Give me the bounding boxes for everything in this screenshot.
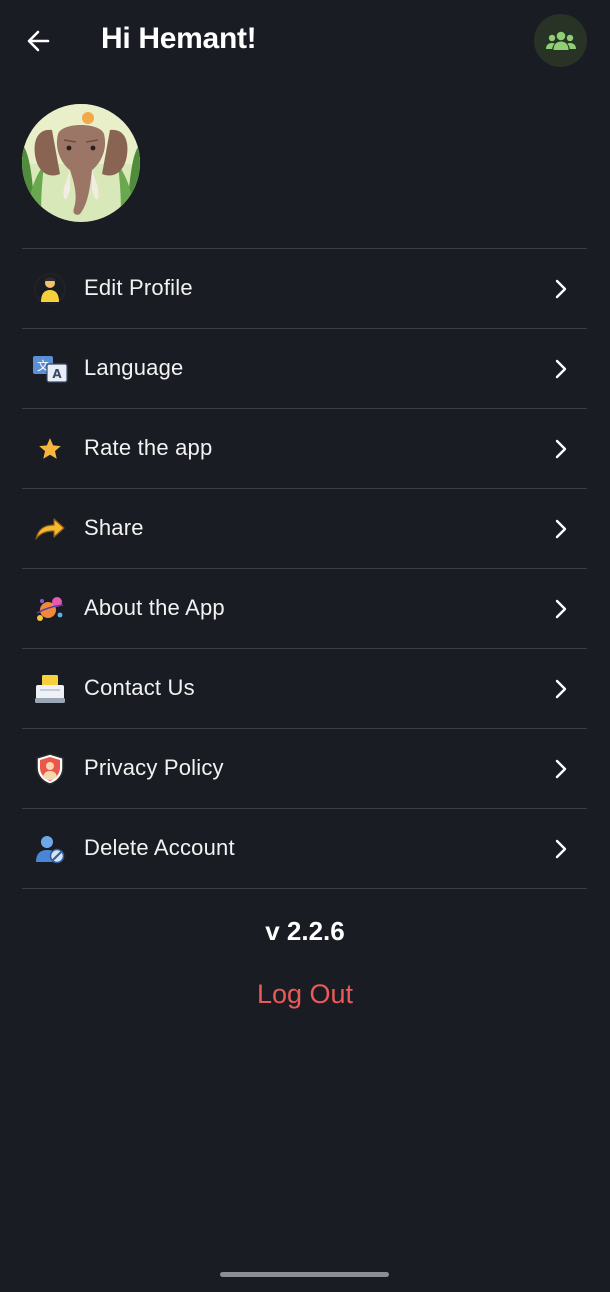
support-icon [32,671,68,707]
user-remove-icon [32,831,68,867]
menu-item-contact-us[interactable]: Contact Us [22,649,587,729]
menu-item-label: Share [84,515,144,540]
arrow-left-icon [27,30,50,52]
menu-item-label: Privacy Policy [84,755,224,780]
menu-item-language[interactable]: 文 A Language [22,329,587,409]
menu-item-label: Edit Profile [84,275,193,300]
group-button[interactable] [534,14,587,67]
translate-icon: 文 A [32,351,68,387]
settings-menu: Edit Profile 文 A Language Rate the app S… [22,248,587,889]
home-indicator[interactable] [220,1272,389,1277]
shield-user-icon [32,751,68,787]
logout-button[interactable]: Log Out [0,979,610,1010]
menu-item-label: About the App [84,595,225,620]
chevron-right-icon [555,359,567,379]
star-icon [32,431,68,467]
chevron-right-icon [555,679,567,699]
menu-item-share[interactable]: Share [22,489,587,569]
menu-item-label: Delete Account [84,835,235,860]
menu-item-delete-account[interactable]: Delete Account [22,809,587,889]
app-header: Hi Hemant! [0,0,610,82]
chevron-right-icon [555,439,567,459]
menu-item-label: Contact Us [84,675,195,700]
profile-avatar[interactable] [22,104,140,222]
chevron-right-icon [555,519,567,539]
menu-item-label: Rate the app [84,435,213,460]
page-title: Hi Hemant! [101,22,257,55]
app-version: v 2.2.6 [265,916,345,946]
chevron-right-icon [555,279,567,299]
rocket-icon [32,591,68,627]
menu-item-edit-profile[interactable]: Edit Profile [22,249,587,329]
chevron-right-icon [555,839,567,859]
menu-item-label: Language [84,355,184,380]
chevron-right-icon [555,759,567,779]
menu-item-privacy-policy[interactable]: Privacy Policy [22,729,587,809]
share-arrow-icon [32,511,68,547]
group-icon [545,31,576,50]
chevron-right-icon [555,599,567,619]
menu-item-about-the-app[interactable]: About the App [22,569,587,649]
menu-item-rate-the-app[interactable]: Rate the app [22,409,587,489]
svg-text:A: A [52,367,62,381]
elephant-avatar [22,104,140,222]
user-edit-icon [32,271,68,307]
back-button[interactable] [22,24,56,58]
